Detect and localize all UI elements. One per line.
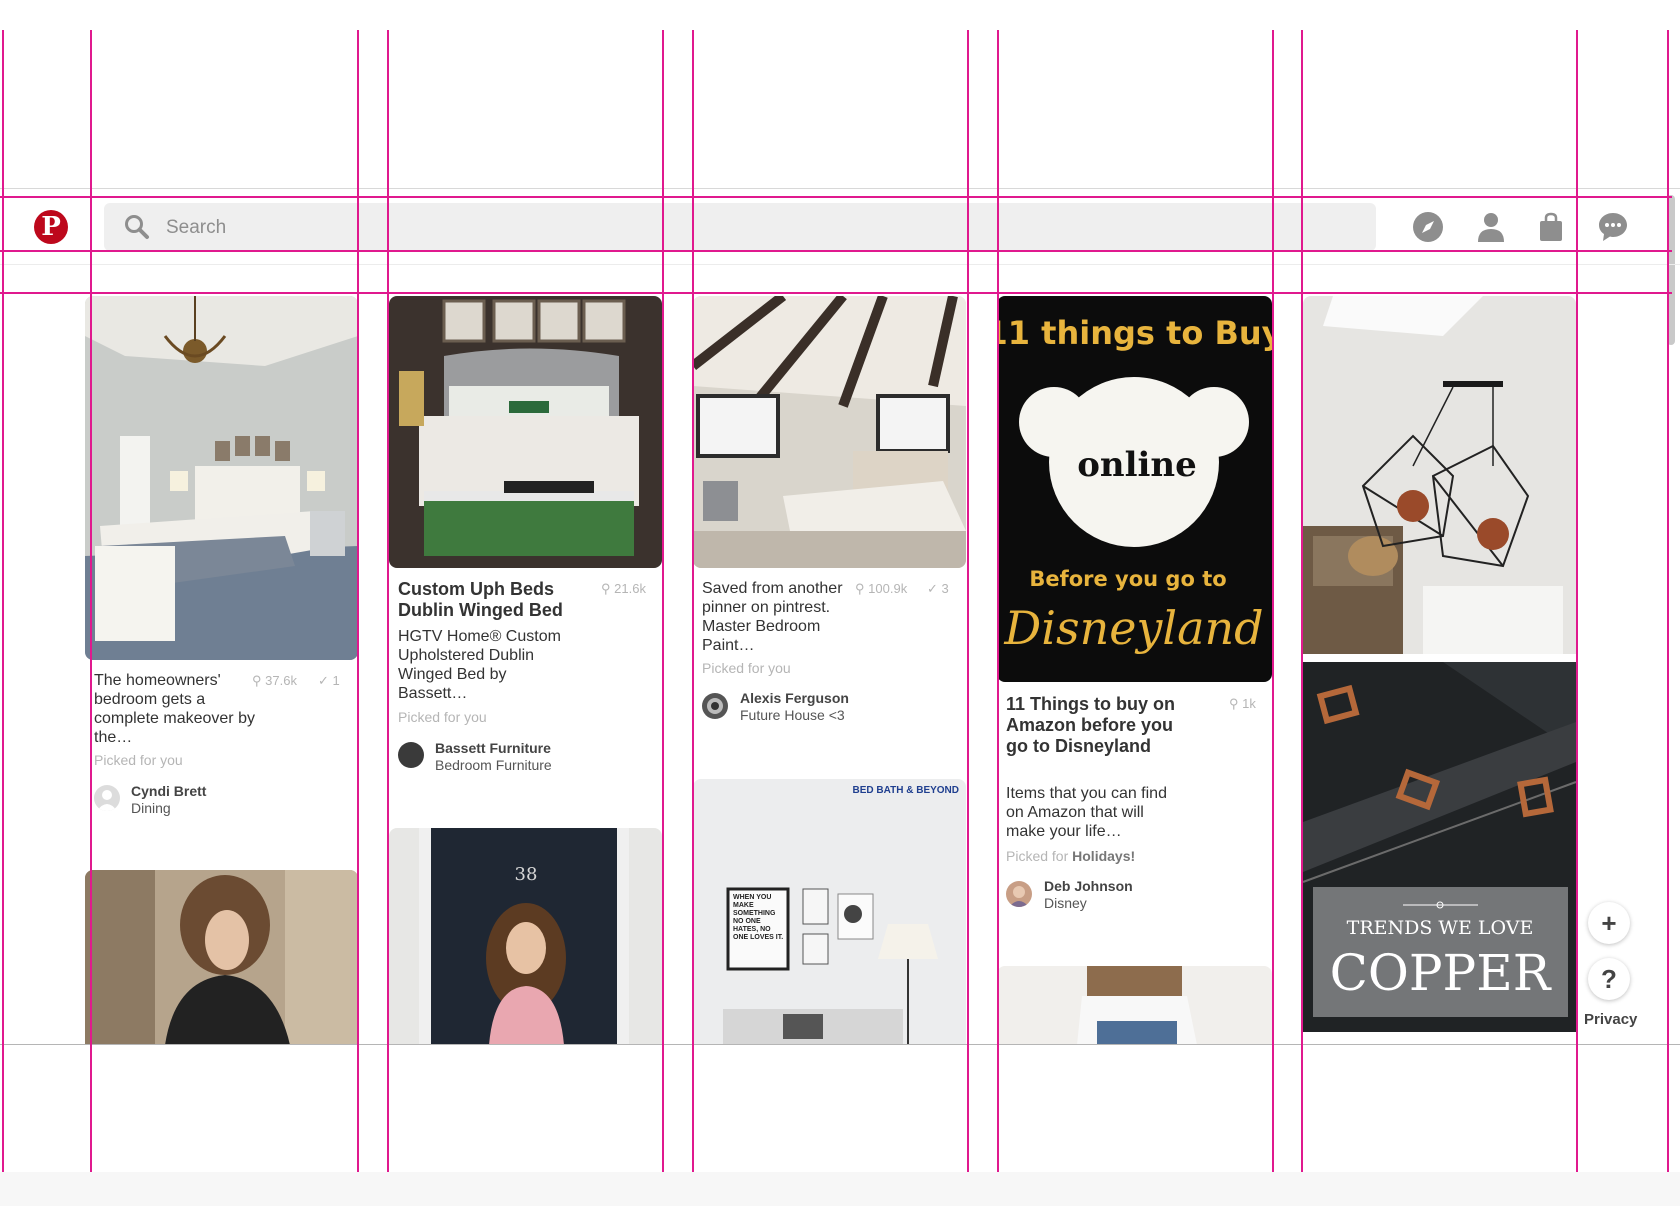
layout-guide-horizontal bbox=[0, 250, 1672, 252]
pin-tried-count: ✓ 1 bbox=[318, 673, 340, 688]
layout-guide-vertical bbox=[387, 30, 389, 1172]
layout-guide-vertical bbox=[357, 30, 359, 1172]
pin-image-disney[interactable]: 11 things to Buy online Before you go to… bbox=[997, 296, 1272, 682]
search-icon bbox=[125, 215, 149, 239]
pin-title[interactable]: 11 Things to buy on Amazon before you go… bbox=[1006, 694, 1186, 757]
layout-guide-vertical bbox=[997, 30, 999, 1172]
disney-line4: Disneyland bbox=[1003, 601, 1263, 655]
disney-line3: Before you go to bbox=[1029, 567, 1226, 591]
pin-icon: ⚲ bbox=[252, 673, 262, 688]
pinner-name[interactable]: Alexis Ferguson bbox=[740, 690, 849, 706]
layout-guide-vertical bbox=[2, 30, 4, 1172]
pin-save-count: ⚲ 1k bbox=[1229, 696, 1256, 711]
living-room-photo: BED BATH & BEYOND WHEN YOU MAKE SOMETHIN… bbox=[693, 779, 966, 1045]
help-button[interactable]: ? bbox=[1588, 958, 1630, 1000]
pin-title[interactable]: Custom Uph Beds Dublin Winged Bed bbox=[398, 579, 578, 621]
layout-guide-vertical bbox=[692, 30, 694, 1172]
picked-label: Picked for you bbox=[94, 752, 183, 768]
layout-guide-vertical bbox=[1667, 30, 1669, 1172]
top-divider bbox=[0, 188, 1680, 189]
avatar[interactable] bbox=[94, 785, 120, 811]
pin-image-fashion-jeans[interactable] bbox=[997, 966, 1272, 1045]
copper-trend-photo: TRENDS WE LOVE COPPER bbox=[1303, 662, 1576, 1032]
layout-guide-vertical bbox=[1301, 30, 1303, 1172]
pin-description[interactable]: The homeowners' bedroom gets a complete … bbox=[94, 671, 264, 747]
layout-guide-vertical bbox=[662, 30, 664, 1172]
search-placeholder: Search bbox=[166, 217, 227, 238]
copper-line1: TRENDS WE LOVE bbox=[1347, 917, 1534, 939]
picked-label: Picked for Holidays! bbox=[1006, 848, 1136, 864]
pin-image-woman-jacket[interactable] bbox=[85, 870, 358, 1045]
pin-description[interactable]: HGTV Home® Custom Upholstered Dublin Win… bbox=[398, 627, 578, 703]
avatar[interactable] bbox=[398, 742, 424, 768]
pin-save-count: ⚲ 21.6k bbox=[601, 581, 646, 596]
pin-image-copper[interactable]: TRENDS WE LOVE COPPER bbox=[1303, 662, 1576, 1032]
disney-line2: online bbox=[1077, 445, 1197, 485]
master-bedroom-photo bbox=[693, 296, 966, 568]
check-icon: ✓ bbox=[318, 673, 329, 688]
add-pin-button[interactable]: + bbox=[1588, 902, 1630, 944]
pin-tried-count: ✓ 3 bbox=[927, 581, 949, 596]
pin-image-bbb-room[interactable]: BED BATH & BEYOND WHEN YOU MAKE SOMETHIN… bbox=[693, 779, 966, 1045]
bottom-divider bbox=[0, 1044, 1680, 1045]
pin-icon: ⚲ bbox=[855, 581, 865, 596]
pinterest-logo[interactable]: P bbox=[34, 210, 68, 244]
pendant-lamp-photo bbox=[1303, 296, 1576, 654]
layout-guide-vertical bbox=[967, 30, 969, 1172]
privacy-link[interactable]: Privacy bbox=[1584, 1011, 1637, 1028]
pin-image-master-bedroom[interactable] bbox=[693, 296, 966, 568]
pin-image-door-woman[interactable]: 38 bbox=[389, 828, 662, 1045]
bed-photo bbox=[389, 296, 662, 568]
door-number: 38 bbox=[515, 864, 538, 885]
pin-image-geometric-lamp[interactable] bbox=[1303, 296, 1576, 654]
pin-description[interactable]: Items that you can find on Amazon that w… bbox=[1006, 784, 1181, 841]
pin-image-bedroom-white[interactable] bbox=[85, 296, 358, 660]
disney-graphic: 11 things to Buy online Before you go to… bbox=[997, 296, 1272, 682]
pin-icon: ⚲ bbox=[601, 581, 611, 596]
door-photo: 38 bbox=[389, 828, 662, 1045]
board-name[interactable]: Disney bbox=[1044, 895, 1087, 911]
bedroom-photo bbox=[85, 296, 358, 660]
pinner-name[interactable]: Cyndi Brett bbox=[131, 783, 206, 799]
pin-image-bed-green[interactable] bbox=[389, 296, 662, 568]
board-name[interactable]: Dining bbox=[131, 800, 171, 816]
pinner-name[interactable]: Bassett Furniture bbox=[435, 740, 551, 756]
header-divider bbox=[0, 264, 1680, 265]
compass-icon[interactable] bbox=[1412, 211, 1444, 243]
layout-guide-vertical bbox=[1576, 30, 1578, 1172]
layout-guide-vertical bbox=[1272, 30, 1274, 1172]
check-icon: ✓ bbox=[927, 581, 938, 596]
profile-icon[interactable] bbox=[1475, 211, 1507, 243]
pinner-name[interactable]: Deb Johnson bbox=[1044, 878, 1133, 894]
shopping-bag-icon[interactable] bbox=[1535, 211, 1567, 243]
footer-band bbox=[0, 1172, 1680, 1206]
avatar[interactable] bbox=[1006, 881, 1032, 907]
avatar[interactable] bbox=[702, 693, 728, 719]
pin-save-count: ⚲ 37.6k bbox=[252, 673, 297, 688]
jeans-photo bbox=[997, 966, 1272, 1045]
pin-icon: ⚲ bbox=[1229, 696, 1239, 711]
search-bar[interactable]: Search bbox=[104, 203, 1376, 251]
messages-icon[interactable] bbox=[1597, 211, 1629, 243]
picked-label: Picked for you bbox=[398, 709, 487, 725]
copper-line2: COPPER bbox=[1330, 944, 1552, 1002]
board-name[interactable]: Bedroom Furniture bbox=[435, 757, 552, 773]
bbb-logo: BED BATH & BEYOND bbox=[853, 785, 959, 796]
poster-text: WHEN YOU MAKE SOMETHING NO ONE HATES, NO… bbox=[733, 894, 784, 941]
layout-guide-horizontal bbox=[0, 196, 1672, 198]
pin-save-count: ⚲ 100.9k bbox=[855, 581, 908, 596]
fashion-photo bbox=[85, 870, 358, 1045]
layout-guide-vertical bbox=[90, 30, 92, 1172]
board-name[interactable]: Future House <3 bbox=[740, 707, 845, 723]
picked-label: Picked for you bbox=[702, 660, 791, 676]
pin-description[interactable]: Saved from another pinner on pintrest. M… bbox=[702, 579, 852, 655]
layout-guide-horizontal bbox=[0, 292, 1672, 294]
disney-line1: 11 things to Buy bbox=[997, 314, 1272, 352]
